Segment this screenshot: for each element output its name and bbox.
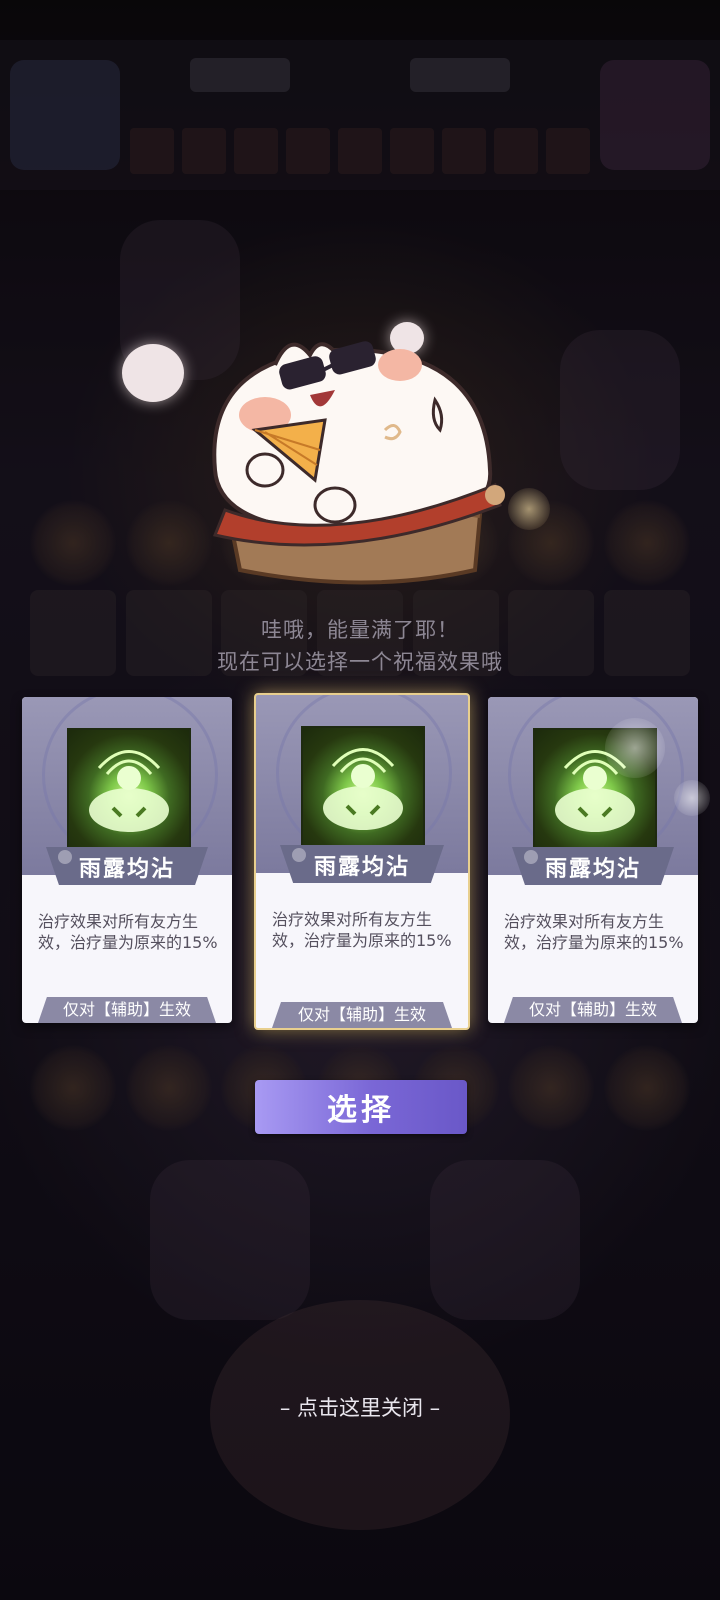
card-title: 雨露均沾: [544, 857, 641, 882]
card-title: 雨露均沾: [78, 857, 175, 882]
tap-to-close-hint[interactable]: – 点击这里关闭 –: [0, 1392, 720, 1422]
blessing-card-3[interactable]: 雨露均沾 治疗效果对所有友方生效，治疗量为原来的15% 仅对【辅助】生效: [488, 697, 698, 1023]
dialog-line-2: 现在可以选择一个祝福效果哦: [217, 650, 503, 674]
light-orb: [508, 488, 550, 530]
light-orb: [674, 780, 710, 816]
glowing-figure-icon: [67, 728, 191, 852]
blessing-card-2[interactable]: 雨露均沾 治疗效果对所有友方生效，治疗量为原来的15% 仅对【辅助】生效: [254, 693, 470, 1030]
card-restriction: 仅对【辅助】生效: [62, 1000, 191, 1019]
card-description: 治疗效果对所有友方生效，治疗量为原来的15%: [504, 912, 684, 952]
blessing-card-1[interactable]: 雨露均沾 治疗效果对所有友方生效，治疗量为原来的15% 仅对【辅助】生效: [22, 697, 232, 1023]
glowing-figure-icon: [301, 726, 425, 850]
mascot-bun-character: [212, 341, 505, 585]
card-restriction: 仅对【辅助】生效: [297, 1005, 426, 1024]
light-orb: [605, 718, 665, 778]
card-description: 治疗效果对所有友方生效，治疗量为原来的15%: [272, 910, 452, 950]
card-restriction: 仅对【辅助】生效: [528, 1000, 657, 1019]
dialog-line-1: 哇哦，能量满了耶！: [261, 618, 459, 642]
card-title: 雨露均沾: [313, 855, 410, 880]
select-button[interactable]: 选择: [255, 1080, 467, 1134]
card-description: 治疗效果对所有友方生效，治疗量为原来的15%: [38, 912, 218, 952]
smoke-puff: [122, 344, 184, 402]
